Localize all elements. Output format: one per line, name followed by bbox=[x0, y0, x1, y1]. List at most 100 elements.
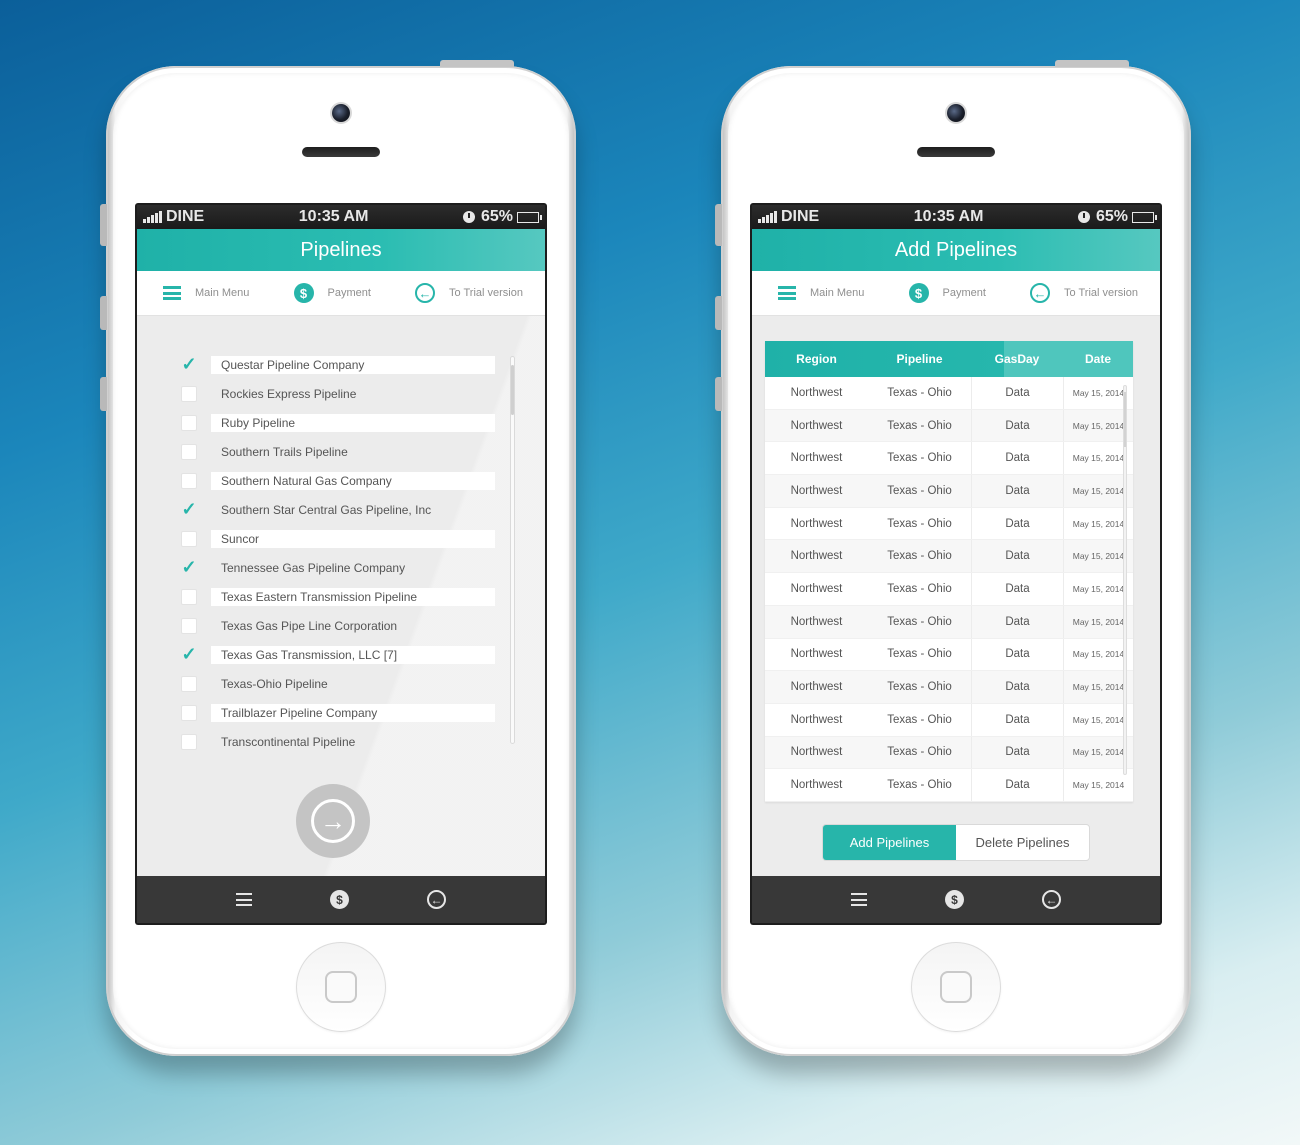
table-row[interactable]: Northwest Texas - Ohio Data May 15, 2014 bbox=[765, 736, 1133, 770]
list-item[interactable]: Ruby Pipeline bbox=[181, 408, 495, 437]
cell-gasday: Data bbox=[971, 540, 1063, 573]
checkbox[interactable] bbox=[181, 414, 197, 431]
list-item[interactable]: Rockies Express Pipeline bbox=[181, 379, 495, 408]
cell-region: Northwest bbox=[790, 615, 843, 628]
list-item[interactable]: Transcontinental Pipeline bbox=[181, 727, 495, 756]
checkbox[interactable] bbox=[181, 472, 197, 489]
list-item[interactable]: Southern Natural Gas Company bbox=[181, 466, 495, 495]
table-row[interactable]: Northwest Texas - Ohio Data May 15, 2014 bbox=[765, 442, 1133, 476]
list-scrollbar[interactable] bbox=[510, 356, 515, 744]
cell-pipeline: Texas - Ohio bbox=[887, 550, 952, 563]
list-item[interactable]: ✓ Questar Pipeline Company bbox=[181, 350, 495, 379]
nav-trial-label: To Trial version bbox=[1064, 287, 1138, 299]
table-row[interactable]: Northwest Texas - Ohio Data May 15, 2014 bbox=[765, 605, 1133, 639]
bottom-toolbar: $ ← bbox=[752, 876, 1160, 923]
screen-inner: DINE 10:35 AM 65% Add Pipelines Main Men… bbox=[752, 205, 1160, 923]
list-item[interactable]: Trailblazer Pipeline Company bbox=[181, 698, 495, 727]
table-row[interactable]: Northwest Texas - Ohio Data May 15, 2014 bbox=[765, 540, 1133, 574]
menu-icon[interactable] bbox=[851, 893, 867, 906]
table-row[interactable]: Northwest Texas - Ohio Data May 15, 2014 bbox=[765, 409, 1133, 443]
checkbox[interactable] bbox=[181, 617, 197, 634]
nav-trial-label: To Trial version bbox=[449, 287, 523, 299]
status-time: 10:35 AM bbox=[913, 208, 984, 225]
add-pipelines-button[interactable]: Add Pipelines bbox=[823, 825, 956, 860]
delete-pipelines-button[interactable]: Delete Pipelines bbox=[956, 825, 1089, 860]
table-body: Northwest Texas - Ohio Data May 15, 2014 Nor… bbox=[765, 377, 1133, 802]
checkbox[interactable] bbox=[181, 588, 197, 605]
table-row[interactable]: Northwest Texas - Ohio Data May 15, 2014 bbox=[765, 638, 1133, 672]
menu-icon[interactable] bbox=[236, 893, 252, 906]
checkbox[interactable] bbox=[181, 675, 197, 692]
checkmark-icon[interactable]: ✓ bbox=[181, 557, 197, 577]
table-scrollbar[interactable] bbox=[1123, 385, 1127, 775]
battery-percent: 65% bbox=[1095, 208, 1128, 225]
page-title: Add Pipelines bbox=[752, 229, 1160, 271]
checkmark-icon[interactable]: ✓ bbox=[181, 354, 197, 374]
checkbox[interactable] bbox=[181, 733, 197, 750]
list-item[interactable]: Texas-Ohio Pipeline bbox=[181, 669, 495, 698]
nav-payment[interactable]: $ Payment bbox=[908, 283, 986, 303]
battery-percent: 65% bbox=[480, 208, 513, 225]
list-item[interactable]: ✓ Southern Star Central Gas Pipeline, Inc bbox=[181, 495, 495, 524]
arrow-left-icon[interactable]: ← bbox=[1042, 890, 1061, 909]
action-buttons: Add Pipelines Delete Pipelines bbox=[822, 824, 1090, 861]
pipeline-list: ✓ Questar Pipeline Company Rockies Express… bbox=[181, 350, 495, 756]
table-row[interactable]: Northwest Texas - Ohio Data May 15, 2014 bbox=[765, 671, 1133, 704]
cell-pipeline: Texas - Ohio bbox=[887, 386, 952, 399]
checkmark-icon[interactable]: ✓ bbox=[181, 499, 197, 519]
cell-region: Northwest bbox=[790, 746, 843, 759]
table-row[interactable]: Northwest Texas - Ohio Data May 15, 2014 bbox=[765, 573, 1133, 606]
earpiece-speaker bbox=[302, 147, 380, 157]
table-row[interactable]: Northwest Texas - Ohio Data May 15, 2014 bbox=[765, 475, 1133, 508]
list-item[interactable]: Suncor bbox=[181, 524, 495, 553]
table-row[interactable]: Northwest Texas - Ohio Data May 15, 2014 bbox=[765, 703, 1133, 737]
checkmark-icon[interactable]: ✓ bbox=[181, 644, 197, 664]
nav-main-menu[interactable]: Main Menu bbox=[163, 286, 249, 300]
checkbox[interactable] bbox=[181, 704, 197, 721]
list-item[interactable]: Texas Eastern Transmission Pipeline bbox=[181, 582, 495, 611]
cell-region: Northwest bbox=[790, 484, 843, 497]
dollar-icon[interactable]: $ bbox=[330, 890, 349, 909]
cell-region: Northwest bbox=[790, 419, 843, 432]
checkbox[interactable] bbox=[181, 443, 197, 460]
home-button[interactable] bbox=[911, 942, 1001, 1032]
nav-main-menu-label: Main Menu bbox=[810, 287, 865, 299]
nav-payment-label: Payment bbox=[327, 287, 371, 299]
table-row[interactable]: Northwest Texas - Ohio Data May 15, 2014 bbox=[765, 507, 1133, 541]
checkbox[interactable] bbox=[181, 530, 197, 547]
cell-region: Northwest bbox=[790, 386, 843, 399]
table-content: Region Pipeline GasDay Date Northwest Tex… bbox=[752, 316, 1160, 878]
nav-payment[interactable]: $ Payment bbox=[293, 283, 371, 303]
cell-pipeline: Texas - Ohio bbox=[887, 517, 952, 530]
list-item[interactable]: ✓ Texas Gas Transmission, LLC [7] bbox=[181, 640, 495, 669]
column-header-region[interactable]: Region bbox=[765, 341, 868, 377]
cell-pipeline: Texas - Ohio bbox=[887, 681, 952, 694]
list-item-label: Transcontinental Pipeline bbox=[221, 734, 356, 749]
list-item[interactable]: Texas Gas Pipe Line Corporation bbox=[181, 611, 495, 640]
list-item-label: Rockies Express Pipeline bbox=[221, 386, 357, 401]
list-scroll-thumb[interactable] bbox=[511, 365, 514, 415]
column-header-gasday[interactable]: GasDay bbox=[971, 341, 1063, 377]
nav-trial[interactable]: ← To Trial version bbox=[415, 283, 523, 303]
list-item[interactable]: Southern Trails Pipeline bbox=[181, 437, 495, 466]
checkbox[interactable] bbox=[181, 385, 197, 402]
column-header-pipeline[interactable]: Pipeline bbox=[868, 341, 971, 377]
home-button[interactable] bbox=[296, 942, 386, 1032]
signal-icon bbox=[758, 211, 777, 223]
nav-main-menu[interactable]: Main Menu bbox=[778, 286, 864, 300]
pipelines-table: Region Pipeline GasDay Date Northwest Tex… bbox=[765, 341, 1133, 802]
dollar-icon[interactable]: $ bbox=[945, 890, 964, 909]
table-row[interactable]: Northwest Texas - Ohio Data May 15, 2014 bbox=[765, 769, 1133, 802]
list-item[interactable]: ✓ Tennessee Gas Pipeline Company bbox=[181, 553, 495, 582]
list-item-label: Texas Eastern Transmission Pipeline bbox=[211, 587, 495, 606]
column-header-date[interactable]: Date bbox=[1063, 341, 1133, 377]
table-row[interactable]: Northwest Texas - Ohio Data May 15, 2014 bbox=[765, 377, 1133, 410]
cell-region: Northwest bbox=[790, 452, 843, 465]
nav-trial[interactable]: ← To Trial version bbox=[1030, 283, 1138, 303]
table-scroll-thumb[interactable] bbox=[1124, 392, 1126, 447]
arrow-left-icon[interactable]: ← bbox=[427, 890, 446, 909]
pipeline-content: ✓ Questar Pipeline Company Rockies Express… bbox=[137, 316, 545, 878]
cell-pipeline: Texas - Ohio bbox=[887, 582, 952, 595]
cell-region: Northwest bbox=[790, 550, 843, 563]
next-button[interactable]: → bbox=[296, 784, 370, 858]
